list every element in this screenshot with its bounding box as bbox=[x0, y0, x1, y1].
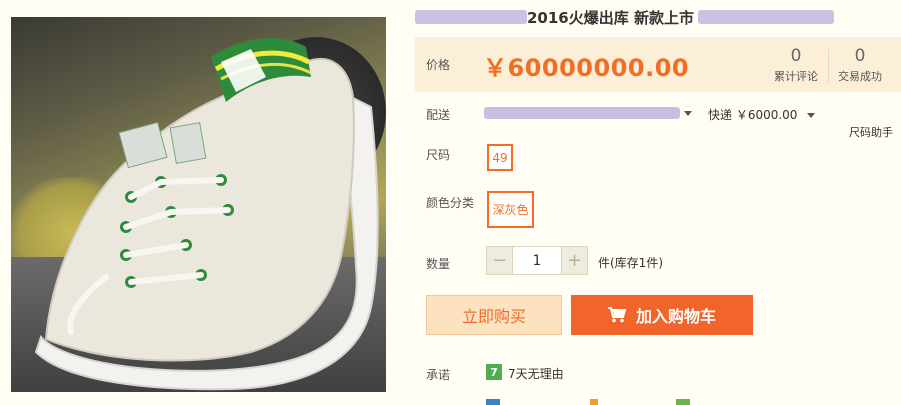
sneaker-illustration bbox=[34, 38, 379, 391]
add-to-cart-button[interactable]: 加入购物车 bbox=[571, 295, 753, 335]
chevron-down-icon[interactable] bbox=[684, 111, 692, 116]
trade-count-label: 交易成功 bbox=[838, 70, 882, 83]
price-value: ￥60000000.00 bbox=[483, 54, 690, 82]
decrement-button[interactable]: − bbox=[487, 247, 512, 274]
payment-icon bbox=[676, 399, 690, 405]
payment-row-partial bbox=[426, 399, 746, 405]
size-label: 尺码 bbox=[426, 148, 451, 162]
review-count-stat[interactable]: 0 累计评论 bbox=[769, 46, 823, 84]
stock-text: 件(库存1件) bbox=[598, 256, 663, 270]
quantity-stepper: − 1 + bbox=[486, 246, 588, 275]
trade-count-stat: 0 交易成功 bbox=[833, 46, 887, 84]
price-panel: 价格 ￥60000000.00 0 累计评论 0 交易成功 bbox=[415, 37, 901, 92]
increment-button[interactable]: + bbox=[562, 247, 587, 274]
payment-icon bbox=[486, 399, 500, 405]
payment-icon bbox=[590, 399, 598, 405]
express-fee: 快递 ￥6000.00 bbox=[708, 108, 798, 122]
review-count: 0 bbox=[790, 46, 802, 66]
product-image[interactable] bbox=[11, 17, 386, 392]
buy-now-button[interactable]: 立即购买 bbox=[426, 295, 562, 335]
seven-day-return-icon: 7 bbox=[486, 364, 502, 380]
product-page: 2016火爆出库 新款上市 价格 ￥60000000.00 0 累计评论 0 交… bbox=[0, 0, 901, 405]
product-title-text: 2016火爆出库 新款上市 bbox=[527, 8, 694, 27]
chevron-down-icon bbox=[807, 113, 816, 118]
redacted-text bbox=[415, 10, 527, 24]
quantity-input[interactable]: 1 bbox=[512, 247, 562, 274]
promise-label: 承诺 bbox=[426, 368, 451, 382]
color-option[interactable]: 深灰色 bbox=[487, 191, 534, 228]
price-label: 价格 bbox=[426, 58, 451, 72]
express-fee-select[interactable]: 快递 ￥6000.00 bbox=[708, 106, 816, 123]
shipping-destination-select[interactable] bbox=[484, 107, 680, 119]
redacted-text bbox=[697, 10, 834, 24]
stat-divider bbox=[828, 49, 829, 83]
add-to-cart-label: 加入购物车 bbox=[635, 307, 716, 326]
product-title: 2016火爆出库 新款上市 bbox=[415, 6, 834, 28]
shipping-label: 配送 bbox=[426, 108, 451, 122]
size-helper-link[interactable]: 尺码助手 bbox=[849, 124, 893, 140]
size-option[interactable]: 49 bbox=[487, 144, 513, 171]
promise-text[interactable]: 7天无理由 bbox=[508, 365, 564, 382]
quantity-label: 数量 bbox=[426, 257, 451, 271]
cart-icon bbox=[607, 307, 626, 323]
trade-count: 0 bbox=[854, 46, 866, 66]
color-label: 颜色分类 bbox=[426, 196, 475, 210]
review-count-label: 累计评论 bbox=[774, 70, 818, 83]
